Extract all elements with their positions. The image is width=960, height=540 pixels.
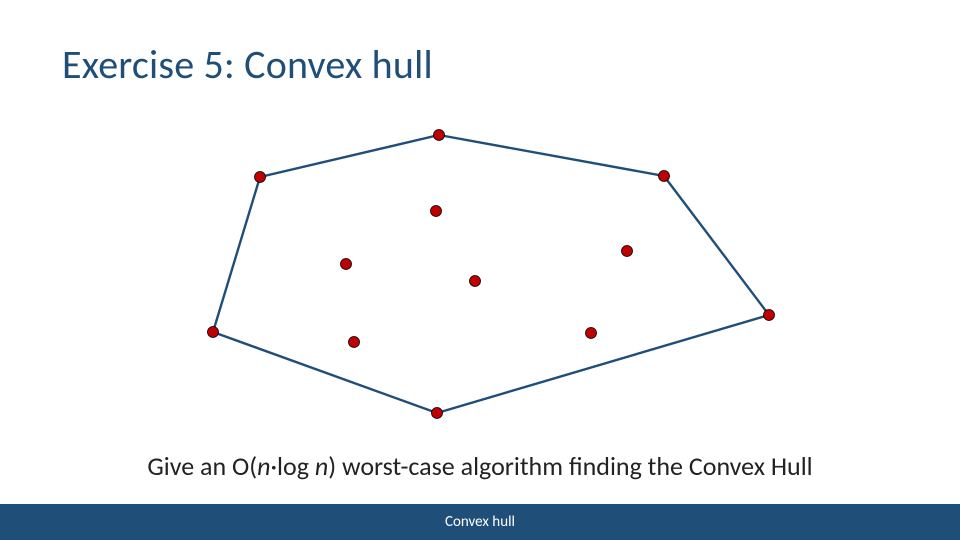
point-dot bbox=[349, 337, 360, 348]
footer-bar: Convex hull bbox=[0, 504, 960, 540]
point-dot bbox=[764, 310, 775, 321]
point-dot bbox=[255, 172, 266, 183]
point-dot bbox=[432, 408, 443, 419]
exercise-prompt: Give an O(n·log n) worst-case algorithm … bbox=[0, 450, 960, 482]
prompt-var-n1: n bbox=[257, 450, 270, 482]
slide-title: Exercise 5: Convex hull bbox=[62, 40, 433, 89]
point-dot bbox=[431, 206, 442, 217]
point-dot bbox=[470, 276, 481, 287]
slide: Exercise 5: Convex hull Give an O(n·log … bbox=[0, 0, 960, 540]
footer-label: Convex hull bbox=[445, 513, 515, 531]
point-dot bbox=[586, 328, 597, 339]
hull-polygon bbox=[213, 135, 769, 413]
point-dot bbox=[659, 171, 670, 182]
point-dot bbox=[341, 259, 352, 270]
point-dot bbox=[208, 327, 219, 338]
point-dot bbox=[622, 246, 633, 257]
point-dot bbox=[434, 130, 445, 141]
prompt-prefix: Give an O( bbox=[147, 450, 257, 482]
prompt-suffix: ) worst-case algorithm finding the Conve… bbox=[328, 450, 812, 482]
convex-hull-diagram bbox=[0, 120, 960, 440]
diagram-svg bbox=[0, 120, 960, 440]
prompt-mid: ·log bbox=[270, 450, 314, 482]
prompt-var-n2: n bbox=[315, 450, 328, 482]
